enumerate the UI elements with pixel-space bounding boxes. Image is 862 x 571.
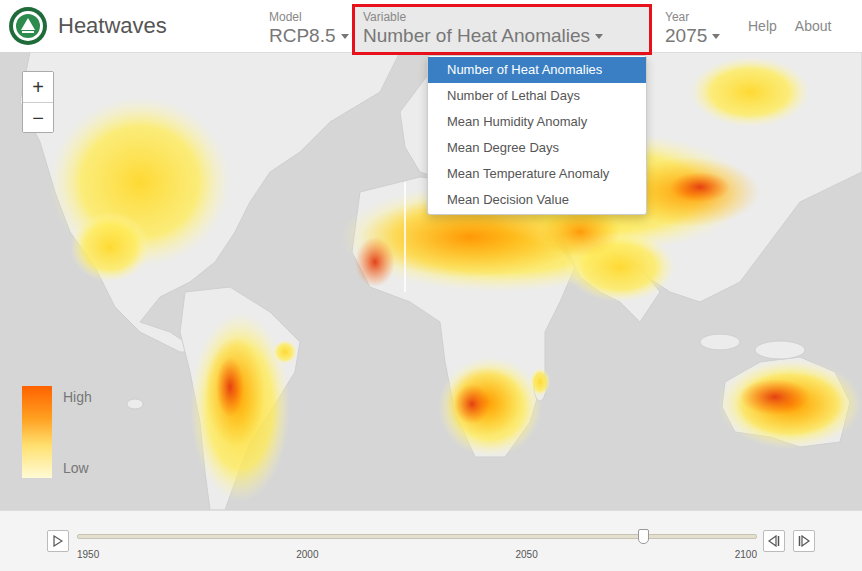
selector-value[interactable]: RCP8.5 xyxy=(269,24,341,48)
legend-low: Low xyxy=(63,460,92,476)
top-bar: HeatwavesModelRCP8.5VariableNumber of He… xyxy=(0,0,862,52)
selector-label: Variable xyxy=(363,10,641,24)
app-title: Heatwaves xyxy=(58,13,167,39)
step-forward-icon xyxy=(797,535,811,547)
legend-labels: High Low xyxy=(63,386,92,478)
caret-icon xyxy=(712,34,720,39)
tick-label: 2050 xyxy=(516,549,538,560)
step-back-icon xyxy=(767,535,781,547)
tick-label: 2000 xyxy=(296,549,318,560)
zoom-button[interactable]: − xyxy=(23,102,53,132)
nav-links: Help About xyxy=(748,0,849,52)
play-button[interactable] xyxy=(47,530,69,552)
timeline: 1950 2000 2050 2100 xyxy=(0,510,862,571)
menu-item[interactable]: Number of Heat Anomalies xyxy=(428,57,646,83)
nav-link[interactable]: Help xyxy=(748,18,777,34)
selector[interactable]: VariableNumber of Heat AnomaliesNumber o… xyxy=(352,4,652,55)
legend-high: High xyxy=(63,389,92,405)
menu-item[interactable]: Number of Lethal Days xyxy=(428,83,646,109)
caret-icon xyxy=(595,34,603,39)
menu-item[interactable]: Mean Humidity Anomaly xyxy=(428,109,646,135)
heatwaves-app: HeatwavesModelRCP8.5VariableNumber of He… xyxy=(0,0,862,571)
slider-handle[interactable] xyxy=(638,529,649,544)
slider-track[interactable] xyxy=(77,534,757,539)
step-back-button[interactable] xyxy=(763,530,785,552)
year-slider[interactable]: 1950 2000 2050 2100 xyxy=(77,534,757,560)
selector-value[interactable]: 2075 xyxy=(665,24,729,48)
brand: Heatwaves xyxy=(0,0,258,52)
menu-item[interactable]: Mean Temperature Anomaly xyxy=(428,161,646,187)
dropdown-menu: Number of Heat AnomaliesNumber of Lethal… xyxy=(427,55,647,215)
caret-icon xyxy=(341,34,349,39)
selector[interactable]: Year2075 xyxy=(654,4,740,55)
step-forward-button[interactable] xyxy=(793,530,815,552)
zoom-controls: +− xyxy=(22,71,54,133)
selector-label: Year xyxy=(665,10,729,24)
legend-gradient xyxy=(22,386,52,478)
menu-item[interactable]: Mean Degree Days xyxy=(428,135,646,161)
step-buttons xyxy=(763,530,815,552)
heat-layer xyxy=(50,57,862,502)
legend: High Low xyxy=(22,386,92,478)
slider-ticks: 1950 2000 2050 2100 xyxy=(77,549,757,560)
seal-logo-icon[interactable] xyxy=(8,6,48,46)
selector-value[interactable]: Number of Heat Anomalies xyxy=(363,24,641,48)
play-icon xyxy=(53,535,63,547)
tick-label: 2100 xyxy=(735,549,757,560)
nav-link[interactable]: About xyxy=(795,18,832,34)
selector-label: Model xyxy=(269,10,341,24)
zoom-button[interactable]: + xyxy=(23,72,53,102)
menu-item[interactable]: Mean Decision Value xyxy=(428,187,646,213)
tick-label: 1950 xyxy=(77,549,99,560)
selector[interactable]: ModelRCP8.5 xyxy=(258,4,352,55)
